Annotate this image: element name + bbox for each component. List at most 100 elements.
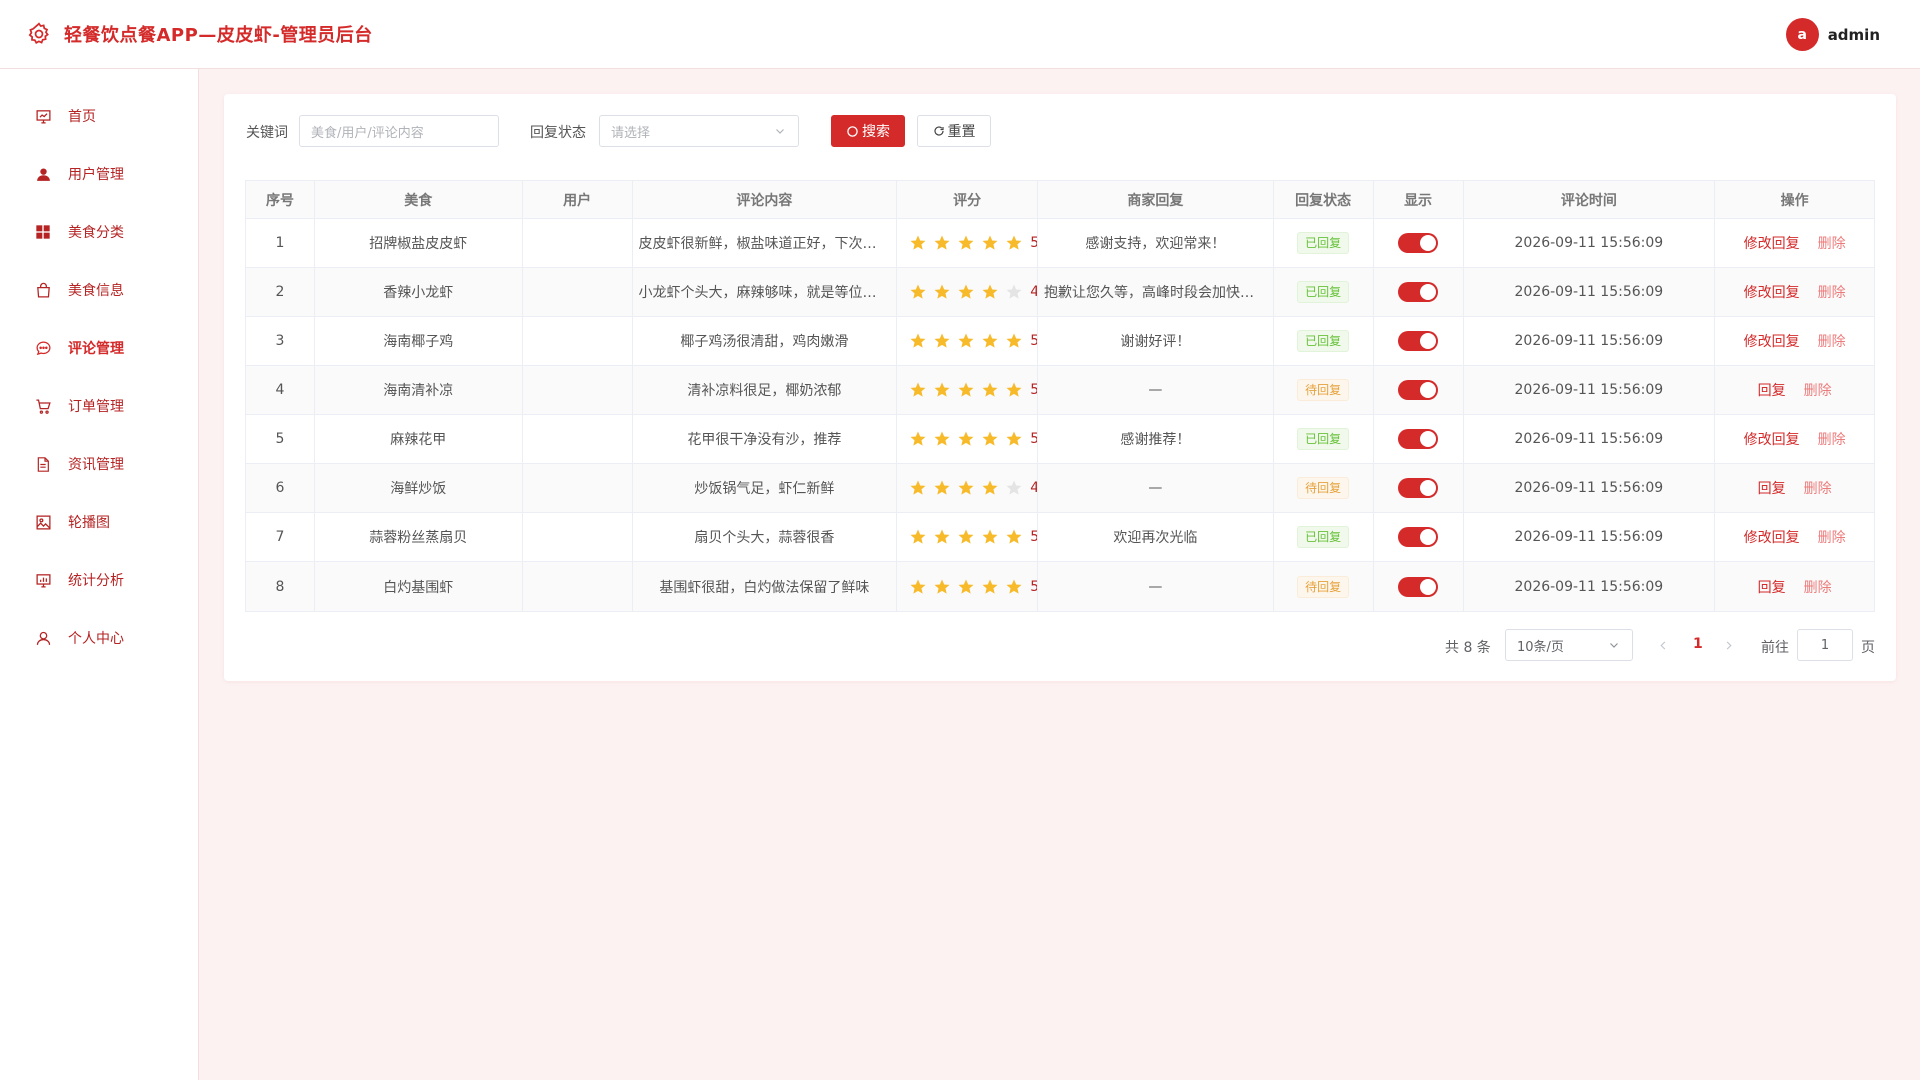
comments-card: 关键词 美食/用户/评论内容 回复状态 请选择 搜索 重置 序号 美食 用户 评… (224, 94, 1896, 681)
cart-icon (34, 397, 52, 415)
reply-link[interactable]: 回复 (1758, 478, 1786, 498)
sidebar-item-news[interactable]: 资讯管理 (0, 444, 199, 484)
reply-link[interactable]: 修改回复 (1744, 282, 1800, 302)
rating-cell: 5 (897, 562, 1039, 611)
goto-page-input[interactable]: 1 (1797, 629, 1853, 661)
visible-toggle[interactable] (1398, 527, 1439, 547)
status-cell: 已回复 (1274, 317, 1374, 365)
actions-cell: 修改回复 删除 (1715, 268, 1874, 316)
delete-link[interactable]: 删除 (1818, 331, 1846, 351)
actions-cell: 修改回复 删除 (1715, 415, 1874, 463)
comment-cell: 椰子鸡汤很清甜，鸡肉嫩滑 (633, 317, 898, 365)
reply-cell: — (1038, 562, 1274, 611)
star-icon (958, 333, 974, 348)
sidebar-item-carousel[interactable]: 轮播图 (0, 502, 199, 542)
chevron-down-icon (774, 125, 786, 141)
rating-cell: 5 (897, 317, 1039, 365)
delete-link[interactable]: 删除 (1818, 527, 1846, 547)
delete-link[interactable]: 删除 (1818, 429, 1846, 449)
comment-time: 2026-09-11 15:56:09 (1464, 464, 1716, 512)
reply-status-label: 回复状态 (530, 125, 586, 141)
star-icon (958, 382, 974, 397)
star-icon (982, 382, 998, 397)
column-header: 评论内容 (633, 181, 898, 218)
sidebar-item-food-info[interactable]: 美食信息 (0, 270, 199, 310)
keyword-search-input[interactable]: 美食/用户/评论内容 (299, 115, 499, 147)
sidebar: 首页 用户管理 美食分类 美食信息 评论管理 订单管理 资讯管理 轮播图 统计分… (0, 69, 199, 1080)
table-row: 2香辣小龙虾 小龙虾个头大，麻辣够味，就是等位时间久 4 抱歉让您久等，高峰时段会加快… (246, 268, 1874, 317)
prev-page-icon[interactable] (1658, 639, 1669, 655)
username[interactable]: admin (1828, 26, 1880, 44)
shopping-bag-icon (34, 281, 52, 299)
star-icon (934, 579, 950, 594)
reply-link[interactable]: 修改回复 (1744, 331, 1800, 351)
star-icon (934, 431, 950, 446)
reset-button[interactable]: 重置 (917, 115, 991, 147)
search-icon (847, 125, 858, 137)
visible-toggle[interactable] (1398, 380, 1439, 400)
toggle-knob (1420, 235, 1437, 251)
column-header: 回复状态 (1274, 181, 1374, 218)
visible-toggle[interactable] (1398, 429, 1439, 449)
delete-link[interactable]: 删除 (1804, 478, 1832, 498)
reset-button-label: 重置 (947, 124, 976, 140)
sidebar-item-label: 资讯管理 (68, 457, 124, 473)
rating-value: 4 (1030, 480, 1037, 496)
comment-user (523, 562, 633, 611)
top-header: 轻餐饮点餐APP—皮皮虾-管理员后台 a admin (0, 0, 1920, 69)
visible-toggle[interactable] (1398, 478, 1439, 498)
sidebar-item-label: 订单管理 (68, 399, 124, 415)
page-size-select[interactable]: 10条/页 (1505, 629, 1633, 661)
user-menu[interactable]: a admin (1785, 18, 1880, 51)
delete-link[interactable]: 删除 (1804, 577, 1832, 597)
star-icon (934, 529, 950, 544)
rating-value: 5 (1030, 333, 1037, 349)
row-index: 7 (246, 513, 315, 561)
avatar[interactable]: a (1785, 18, 1819, 51)
dashboard-chart-icon (34, 107, 52, 125)
rating-value: 5 (1030, 431, 1037, 447)
star-icon (1006, 529, 1022, 544)
star-icon (910, 235, 926, 250)
table-row: 8白灼基围虾 基围虾很甜，白灼做法保留了鲜味 5 — 待回复 2026-09-11 15:… (246, 562, 1874, 611)
page-number-current[interactable]: 1 (1693, 636, 1703, 652)
document-icon (34, 455, 52, 473)
reply-link[interactable]: 回复 (1758, 577, 1786, 597)
merchant-reply: 抱歉让您久等，高峰时段会加快出餐 (1044, 285, 1267, 301)
chat-bubble-icon (34, 339, 52, 357)
rating-cell: 4 (897, 464, 1039, 512)
rating-value: 5 (1030, 579, 1037, 595)
sidebar-item-users[interactable]: 用户管理 (0, 154, 199, 194)
star-icon (910, 431, 926, 446)
column-header: 美食 (315, 181, 523, 218)
sidebar-item-statistics[interactable]: 统计分析 (0, 560, 199, 600)
reply-link[interactable]: 修改回复 (1744, 429, 1800, 449)
sidebar-item-orders[interactable]: 订单管理 (0, 386, 199, 426)
reply-link[interactable]: 修改回复 (1744, 527, 1800, 547)
star-icon (958, 431, 974, 446)
star-icon (1006, 235, 1022, 250)
reply-link[interactable]: 修改回复 (1744, 233, 1800, 253)
sidebar-item-comments[interactable]: 评论管理 (0, 328, 199, 368)
sidebar-item-food-category[interactable]: 美食分类 (0, 212, 199, 252)
reply-status-select[interactable]: 请选择 (599, 115, 799, 147)
rating-stars: 5 (909, 578, 1037, 596)
comment-user (523, 268, 633, 316)
reply-link[interactable]: 回复 (1758, 380, 1786, 400)
delete-link[interactable]: 删除 (1804, 380, 1832, 400)
visible-toggle[interactable] (1398, 282, 1439, 302)
sidebar-item-profile[interactable]: 个人中心 (0, 618, 199, 658)
food-name: 香辣小龙虾 (315, 268, 523, 316)
star-icon (958, 529, 974, 544)
row-index: 3 (246, 317, 315, 365)
comment-time: 2026-09-11 15:56:09 (1464, 317, 1716, 365)
rating-stars: 5 (909, 234, 1037, 252)
delete-link[interactable]: 删除 (1818, 282, 1846, 302)
sidebar-item-home[interactable]: 首页 (0, 96, 199, 136)
visible-toggle[interactable] (1398, 576, 1439, 597)
visible-toggle[interactable] (1398, 233, 1439, 253)
delete-link[interactable]: 删除 (1818, 233, 1846, 253)
next-page-icon[interactable] (1723, 639, 1734, 655)
visible-toggle[interactable] (1398, 331, 1439, 351)
search-button[interactable]: 搜索 (831, 115, 905, 147)
